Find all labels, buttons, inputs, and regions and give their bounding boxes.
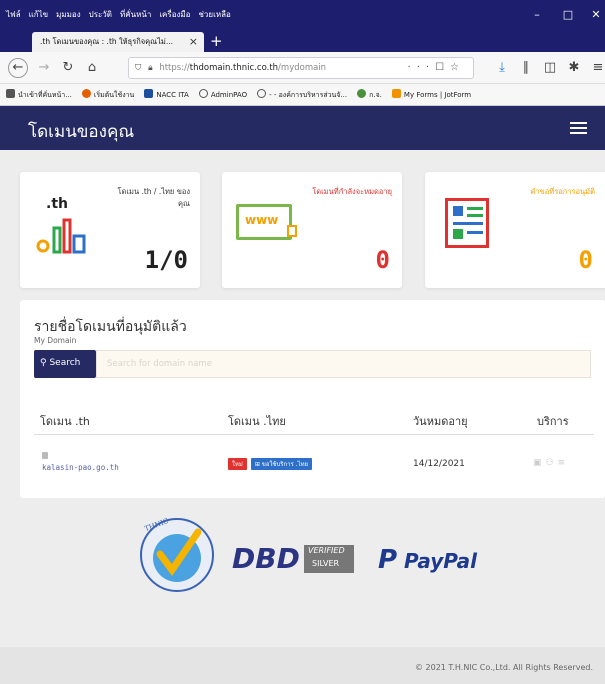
globe-icon (257, 89, 267, 98)
download-icon[interactable]: ⤓ (494, 60, 510, 76)
new-badge: ใหม่ (228, 458, 247, 470)
thnic-badge: THNIC (140, 517, 214, 592)
site-footer: © 2021 T.H.NIC Co.,Ltd. All Rights Reser… (0, 647, 605, 684)
address-bar[interactable]: ⛉ 🔒︎ https://thdomain.thnic.co.th/mydoma… (128, 57, 474, 79)
browser-tab[interactable]: .th โดเมนของคุณ : .th ให้ธุรกิจคุณไม่...… (32, 32, 204, 52)
forward-icon[interactable]: → (36, 60, 52, 76)
domain-th-link[interactable]: kalasin-pao.go.th (42, 463, 119, 472)
dns-icon[interactable]: ▣ (533, 458, 546, 468)
document-icon (445, 198, 489, 248)
import-icon (6, 89, 15, 98)
dbd-verified-badge: DBD VERIFIED SILVER (232, 542, 354, 576)
menu-edit[interactable]: แก้ไข (29, 8, 49, 21)
lock-icon (42, 452, 48, 459)
list-icon[interactable]: ≡ (558, 458, 570, 468)
column-header-domain-thai[interactable]: โดเมน .ไทย (228, 412, 286, 430)
shield-icon: ⛉ (135, 63, 142, 73)
lock-icon: 🔒︎ (148, 63, 153, 73)
url-host: thdomain.thnic.co.th (189, 63, 279, 73)
card-label: โดเมนที่กำลังจะหมดอายุ (312, 187, 392, 196)
bookmark-kj[interactable]: ก.จ. (357, 89, 382, 100)
card-label: โดเมน .th / .ไทย ของคุณ (117, 187, 190, 208)
bookmark-pao[interactable]: - - องค์การบริหารส่วนจั... (257, 89, 347, 100)
search-button[interactable]: ⚲ Search (34, 350, 96, 378)
paypal-logo-icon: P (378, 545, 398, 575)
extension-icon[interactable]: ✱ (566, 60, 582, 76)
search-icon: ⚲ (40, 358, 47, 368)
menu-history[interactable]: ประวัติ (89, 8, 112, 21)
column-header-expiry[interactable]: วันหมดอายุ (413, 412, 468, 430)
bookmark-nacc[interactable]: NACC ITA (144, 89, 189, 100)
column-header-service: บริการ (537, 415, 569, 428)
card-value: 1/0 (144, 246, 188, 274)
search-input[interactable]: Search for domain name (96, 350, 591, 378)
user-icon[interactable]: ⚇ (546, 458, 558, 468)
globe-icon (198, 89, 208, 98)
bookmark-import[interactable]: นำเข้าที่คั่นหน้า... (6, 89, 72, 100)
request-thai-domain-button[interactable]: ⊞ ขอใช้บริการ .ไทย (250, 458, 313, 470)
sidebar-icon[interactable]: ◫ (542, 60, 558, 76)
close-window-icon[interactable]: ✕ (589, 8, 603, 22)
url-path: /mydomain (278, 63, 327, 73)
menu-tools[interactable]: เครื่องมือ (159, 8, 190, 21)
bar-icon (36, 218, 86, 254)
card-label: คำขอที่รอการอนุมัติ (530, 187, 595, 196)
window-titlebar: ไฟล์ แก้ไข มุมมอง ประวัติ ที่คั่นหน้า เค… (0, 0, 605, 30)
home-icon[interactable]: ⌂ (84, 60, 100, 76)
tab-strip: .th โดเมนของคุณ : .th ให้ธุรกิจคุณไม่...… (0, 30, 605, 52)
bookmarks-bar: นำเข้าที่คั่นหน้า... เริ่มต้นใช้งาน NACC… (0, 84, 605, 106)
app-menu-icon[interactable]: ≡ (590, 60, 605, 76)
nacc-icon (144, 89, 154, 98)
panel-subtitle: My Domain (34, 336, 77, 345)
bookmark-adminpao[interactable]: AdminPAO (198, 89, 247, 100)
jotform-icon (391, 89, 401, 98)
site-header: โดเมนของคุณ (0, 106, 605, 150)
menu-view[interactable]: มุมมอง (56, 8, 81, 21)
paypal-badge: P PayPal (378, 545, 478, 575)
expiry-date: 14/12/2021 (413, 459, 465, 469)
page-title: โดเมนของคุณ (28, 122, 135, 142)
web-page: โดเมนของคุณ .th โดเมน .th / .ไทย ของคุณ … (0, 106, 605, 684)
domain-thai-cell: ใหม่ ⊞ ขอใช้บริการ .ไทย (228, 458, 316, 470)
tab-title: .th โดเมนของคุณ : .th ให้ธุรกิจคุณไม่... (40, 37, 174, 46)
menu-bookmarks[interactable]: ที่คั่นหน้า (120, 8, 151, 21)
table-divider (34, 434, 594, 435)
menu-bar: ไฟล์ แก้ไข มุมมอง ประวัติ ที่คั่นหน้า เค… (6, 8, 231, 21)
panel-title: รายชื่อโดเมนที่อนุมัติแล้ว (34, 319, 187, 335)
th-logo-icon: .th (34, 196, 94, 256)
stat-card-domains[interactable]: .th โดเมน .th / .ไทย ของคุณ 1/0 (20, 172, 200, 288)
menu-file[interactable]: ไฟล์ (6, 8, 21, 21)
service-icons: ▣⚇≡ (533, 458, 569, 468)
card-value: 0 (375, 246, 390, 274)
stat-card-expiring[interactable]: www โดเมนที่กำลังจะหมดอายุ 0 (222, 172, 402, 288)
column-header-domain-th[interactable]: โดเมน .th (40, 412, 90, 430)
kj-icon (357, 89, 367, 98)
www-icon: www (236, 204, 297, 240)
url-prefix: https:// (159, 63, 190, 73)
library-icon[interactable]: ∥ (518, 60, 534, 76)
padlock-icon (287, 225, 297, 237)
tab-close-icon[interactable]: × (189, 35, 198, 48)
menu-help[interactable]: ช่วยเหลือ (198, 8, 230, 21)
reload-icon[interactable]: ↻ (60, 60, 76, 76)
hamburger-menu-icon[interactable] (570, 122, 587, 134)
stat-card-pending[interactable]: คำขอที่รอการอนุมัติ 0 (425, 172, 605, 288)
plus-icon: ⊞ (254, 461, 262, 468)
bookmark-jotform[interactable]: My Forms | JotForm (391, 89, 471, 100)
domain-list-panel: รายชื่อโดเมนที่อนุมัติแล้ว My Domain ⚲ S… (20, 300, 605, 498)
navigation-bar: ← → ↻ ⌂ ⛉ 🔒︎ https://thdomain.thnic.co.t… (0, 52, 605, 84)
card-value: 0 (578, 246, 593, 274)
new-tab-icon[interactable]: + (210, 32, 223, 50)
page-actions[interactable]: ···☐☆ (408, 62, 465, 73)
bookmark-getting-started[interactable]: เริ่มต้นใช้งาน (81, 89, 134, 100)
back-icon[interactable]: ← (8, 58, 28, 78)
minimize-icon[interactable]: – (530, 8, 544, 22)
firefox-icon (81, 89, 91, 98)
maximize-icon[interactable]: □ (561, 8, 575, 22)
copyright-text: © 2021 T.H.NIC Co.,Ltd. All Rights Reser… (414, 663, 593, 672)
